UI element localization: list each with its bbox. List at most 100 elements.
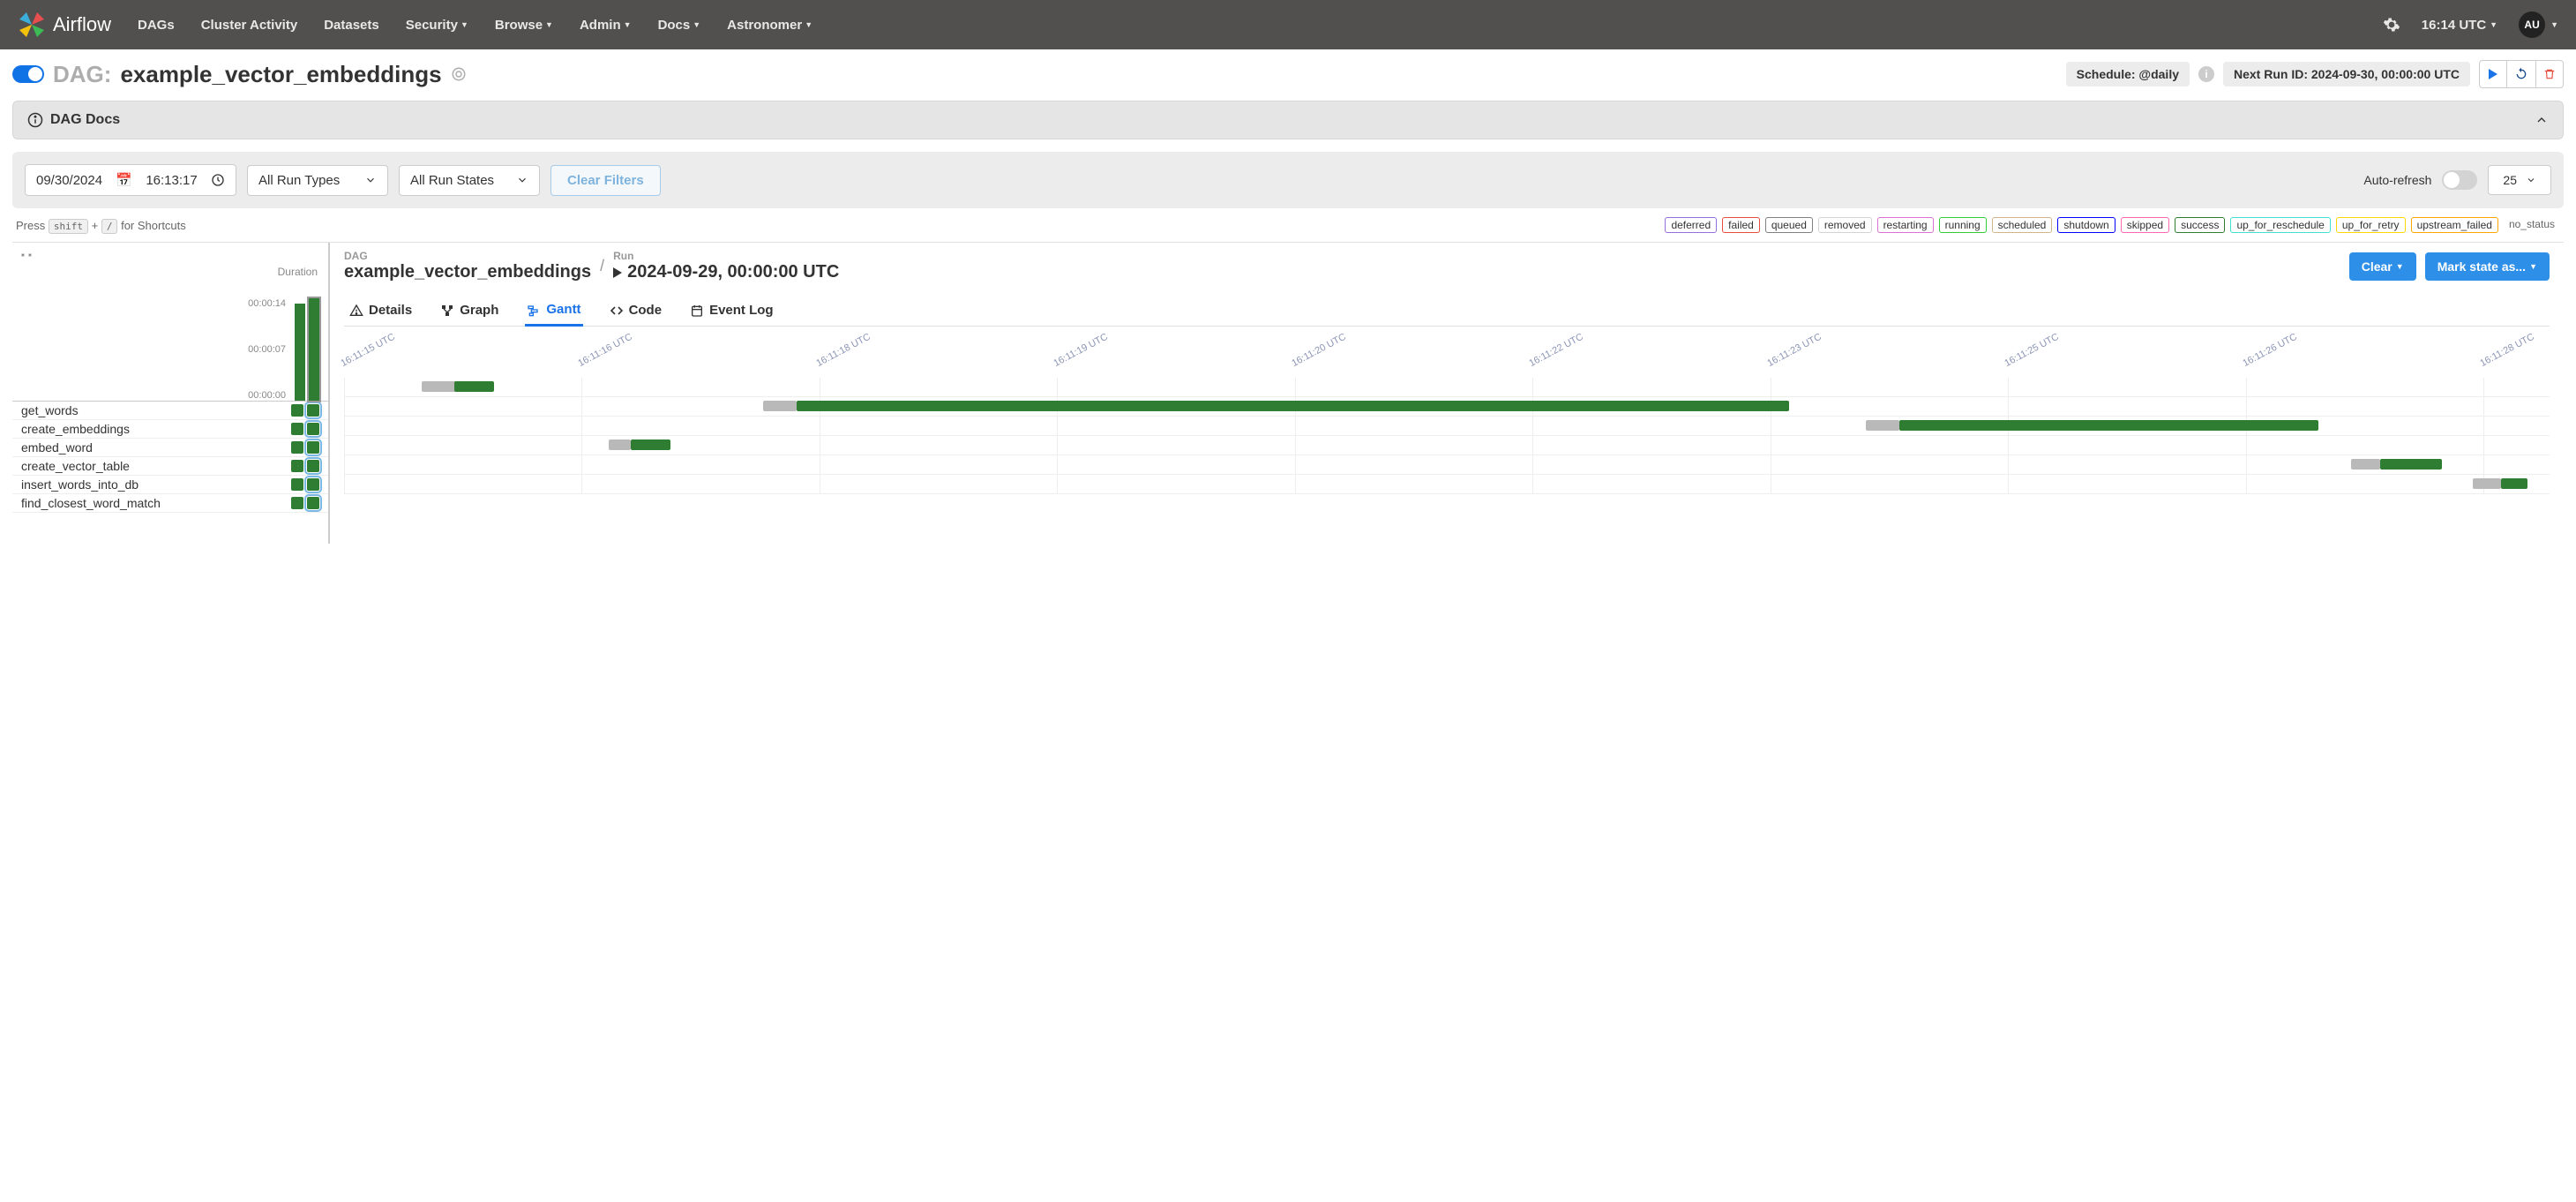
task-status-box[interactable] — [291, 423, 303, 435]
task-status-box[interactable] — [291, 497, 303, 509]
nav-security[interactable]: Security▼ — [406, 18, 468, 33]
task-row-get_words[interactable]: get_words — [12, 402, 328, 420]
legend-item-up_for_retry[interactable]: up_for_retry — [2336, 217, 2406, 233]
legend-item-success[interactable]: success — [2175, 217, 2225, 233]
clear-button[interactable]: Clear ▼ — [2349, 252, 2416, 281]
task-status-box[interactable] — [307, 478, 319, 491]
gantt-tick: 16:11:15 UTC — [339, 332, 396, 369]
info-icon[interactable]: i — [2198, 66, 2214, 82]
task-row-create_vector_table[interactable]: create_vector_table — [12, 457, 328, 476]
legend-item-deferred[interactable]: deferred — [1665, 217, 1717, 233]
run-bar-0[interactable] — [295, 304, 305, 401]
task-name: create_embeddings — [21, 422, 291, 436]
brand[interactable]: Airflow — [18, 11, 111, 39]
gantt-task-bar[interactable] — [2501, 478, 2527, 489]
nav-cluster-activity[interactable]: Cluster Activity — [201, 18, 297, 33]
gantt-queued-bar[interactable] — [2351, 459, 2380, 470]
legend-item-no_status[interactable]: no_status — [2504, 217, 2560, 233]
gantt-queued-bar[interactable] — [1866, 420, 1899, 431]
date-filter[interactable]: 09/30/2024 📅 16:13:17 — [25, 164, 236, 196]
legend-item-removed[interactable]: removed — [1818, 217, 1872, 233]
tab-event-log[interactable]: Event Log — [688, 295, 775, 326]
tab-code[interactable]: Code — [608, 295, 664, 326]
calendar-icon: 📅 — [116, 172, 132, 188]
gantt-tick: 16:11:26 UTC — [2241, 332, 2298, 369]
gantt-row — [344, 436, 2550, 455]
task-row-insert_words_into_db[interactable]: insert_words_into_db — [12, 476, 328, 494]
gantt-queued-bar[interactable] — [2473, 478, 2502, 489]
nav-datasets[interactable]: Datasets — [324, 18, 379, 33]
legend-item-scheduled[interactable]: scheduled — [1992, 217, 2053, 233]
gantt-tick: 16:11:18 UTC — [814, 332, 872, 369]
breadcrumb-dag-value[interactable]: example_vector_embeddings — [344, 262, 591, 282]
gantt-task-bar[interactable] — [2380, 459, 2442, 470]
next-run-badge[interactable]: Next Run ID: 2024-09-30, 00:00:00 UTC — [2223, 62, 2470, 86]
task-status-box[interactable] — [307, 497, 319, 509]
tab-graph[interactable]: Graph — [438, 295, 500, 326]
legend-item-up_for_reschedule[interactable]: up_for_reschedule — [2230, 217, 2330, 233]
mark-state-button[interactable]: Mark state as... ▼ — [2425, 252, 2550, 281]
legend-item-running[interactable]: running — [1939, 217, 1987, 233]
dag-enable-toggle[interactable] — [12, 65, 44, 83]
task-status-box[interactable] — [307, 404, 319, 417]
gantt-queued-bar[interactable] — [609, 439, 631, 450]
gantt-task-bar[interactable] — [631, 439, 670, 450]
breadcrumb-run-value[interactable]: 2024-09-29, 00:00:00 UTC — [613, 262, 839, 282]
legend-item-skipped[interactable]: skipped — [2121, 217, 2169, 233]
details-icon — [349, 304, 363, 318]
run-bar-1[interactable] — [309, 298, 319, 401]
gantt-icon — [527, 303, 541, 317]
count-select[interactable]: 25 — [2488, 165, 2551, 195]
avatar[interactable]: AU — [2519, 11, 2545, 38]
auto-refresh-label: Auto-refresh — [2363, 173, 2431, 187]
tab-details[interactable]: Details — [348, 295, 414, 326]
nav-astronomer[interactable]: Astronomer▼ — [727, 18, 812, 33]
legend-item-queued[interactable]: queued — [1765, 217, 1813, 233]
clock-display[interactable]: 16:14 UTC ▼ — [2422, 18, 2497, 33]
gantt-row — [344, 397, 2550, 417]
task-row-create_embeddings[interactable]: create_embeddings — [12, 420, 328, 439]
clear-filters-button[interactable]: Clear Filters — [550, 165, 661, 196]
task-status-box[interactable] — [291, 404, 303, 417]
nav-browse[interactable]: Browse▼ — [495, 18, 553, 33]
tab-gantt[interactable]: Gantt — [525, 295, 582, 327]
task-status-box[interactable] — [307, 460, 319, 472]
gantt-task-bar[interactable] — [797, 401, 1789, 411]
trigger-button[interactable] — [2479, 60, 2507, 88]
run-types-select[interactable]: All Run Types — [247, 165, 388, 196]
run-states-select[interactable]: All Run States — [399, 165, 540, 196]
task-status-box[interactable] — [291, 460, 303, 472]
task-name: embed_word — [21, 440, 291, 455]
task-name: create_vector_table — [21, 459, 291, 473]
delete-button[interactable] — [2535, 60, 2564, 88]
gantt-queued-bar[interactable] — [763, 401, 797, 411]
task-row-find_closest_word_match[interactable]: find_closest_word_match — [12, 494, 328, 513]
auto-refresh-toggle[interactable] — [2442, 170, 2477, 190]
task-row-embed_word[interactable]: embed_word — [12, 439, 328, 457]
gantt-tick: 16:11:19 UTC — [1052, 332, 1110, 369]
legend-item-failed[interactable]: failed — [1722, 217, 1760, 233]
task-status-box[interactable] — [307, 441, 319, 454]
schedule-badge[interactable]: Schedule: @daily — [2066, 62, 2190, 86]
refresh-button[interactable] — [2507, 60, 2535, 88]
collapse-icon[interactable] — [12, 243, 328, 262]
legend-item-restarting[interactable]: restarting — [1877, 217, 1934, 233]
gantt-task-bar[interactable] — [1899, 420, 2318, 431]
task-status-box[interactable] — [291, 441, 303, 454]
nav-dags[interactable]: DAGs — [138, 18, 175, 33]
nav-admin[interactable]: Admin▼ — [580, 18, 632, 33]
gear-icon[interactable] — [2383, 16, 2400, 34]
chevron-up-icon — [2535, 113, 2549, 127]
task-name: get_words — [21, 403, 291, 417]
legend-item-upstream_failed[interactable]: upstream_failed — [2411, 217, 2498, 233]
legend-item-shutdown[interactable]: shutdown — [2057, 217, 2115, 233]
avatar-caret[interactable]: ▼ — [2550, 20, 2558, 29]
task-status-box[interactable] — [307, 423, 319, 435]
breadcrumb-dag-label: DAG — [344, 250, 591, 262]
nav-docs[interactable]: Docs▼ — [658, 18, 701, 33]
gantt-row — [344, 455, 2550, 475]
gantt-task-bar[interactable] — [454, 381, 494, 392]
task-status-box[interactable] — [291, 478, 303, 491]
dag-docs-panel[interactable]: DAG Docs — [12, 101, 2564, 139]
airflow-logo-icon — [18, 11, 46, 39]
